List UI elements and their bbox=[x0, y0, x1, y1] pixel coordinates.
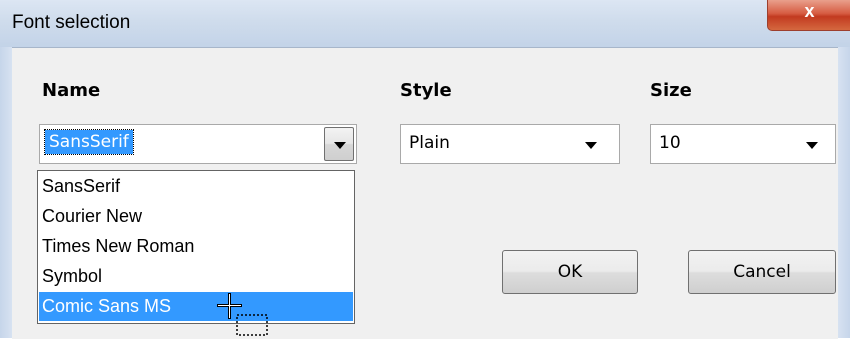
chevron-down-icon bbox=[334, 142, 346, 149]
move-cursor-icon bbox=[217, 293, 268, 336]
font-name-dropdown-list[interactable]: SansSerif Courier New Times New Roman Sy… bbox=[37, 170, 355, 324]
ok-button[interactable]: OK bbox=[502, 250, 638, 294]
chevron-down-icon[interactable] bbox=[806, 142, 818, 149]
list-item[interactable]: Symbol bbox=[39, 262, 353, 291]
name-label: Name bbox=[42, 80, 101, 101]
window-title: Font selection bbox=[12, 12, 131, 33]
chevron-down-icon[interactable] bbox=[585, 142, 597, 149]
close-button[interactable]: x bbox=[767, 0, 850, 31]
font-name-dropdown-button[interactable] bbox=[324, 127, 354, 161]
font-style-value: Plain bbox=[409, 133, 450, 153]
font-name-input[interactable]: SansSerif bbox=[44, 129, 134, 155]
font-size-value: 10 bbox=[659, 133, 681, 153]
list-item[interactable]: Courier New bbox=[39, 202, 353, 231]
size-label: Size bbox=[650, 80, 692, 101]
list-item[interactable]: Times New Roman bbox=[39, 232, 353, 261]
cancel-button[interactable]: Cancel bbox=[688, 250, 836, 294]
window-frame-right bbox=[838, 47, 850, 338]
window-frame-left bbox=[0, 47, 12, 338]
list-item-highlighted[interactable]: Comic Sans MS bbox=[39, 292, 353, 321]
font-name-combo[interactable]: SansSerif bbox=[39, 124, 357, 164]
style-label: Style bbox=[400, 80, 452, 101]
list-item[interactable]: SansSerif bbox=[39, 172, 353, 201]
font-size-combo[interactable]: 10 bbox=[650, 124, 836, 164]
font-style-combo[interactable]: Plain bbox=[400, 124, 620, 164]
close-icon: x bbox=[804, 1, 815, 21]
window-titlebar[interactable]: Font selection x bbox=[0, 0, 850, 47]
